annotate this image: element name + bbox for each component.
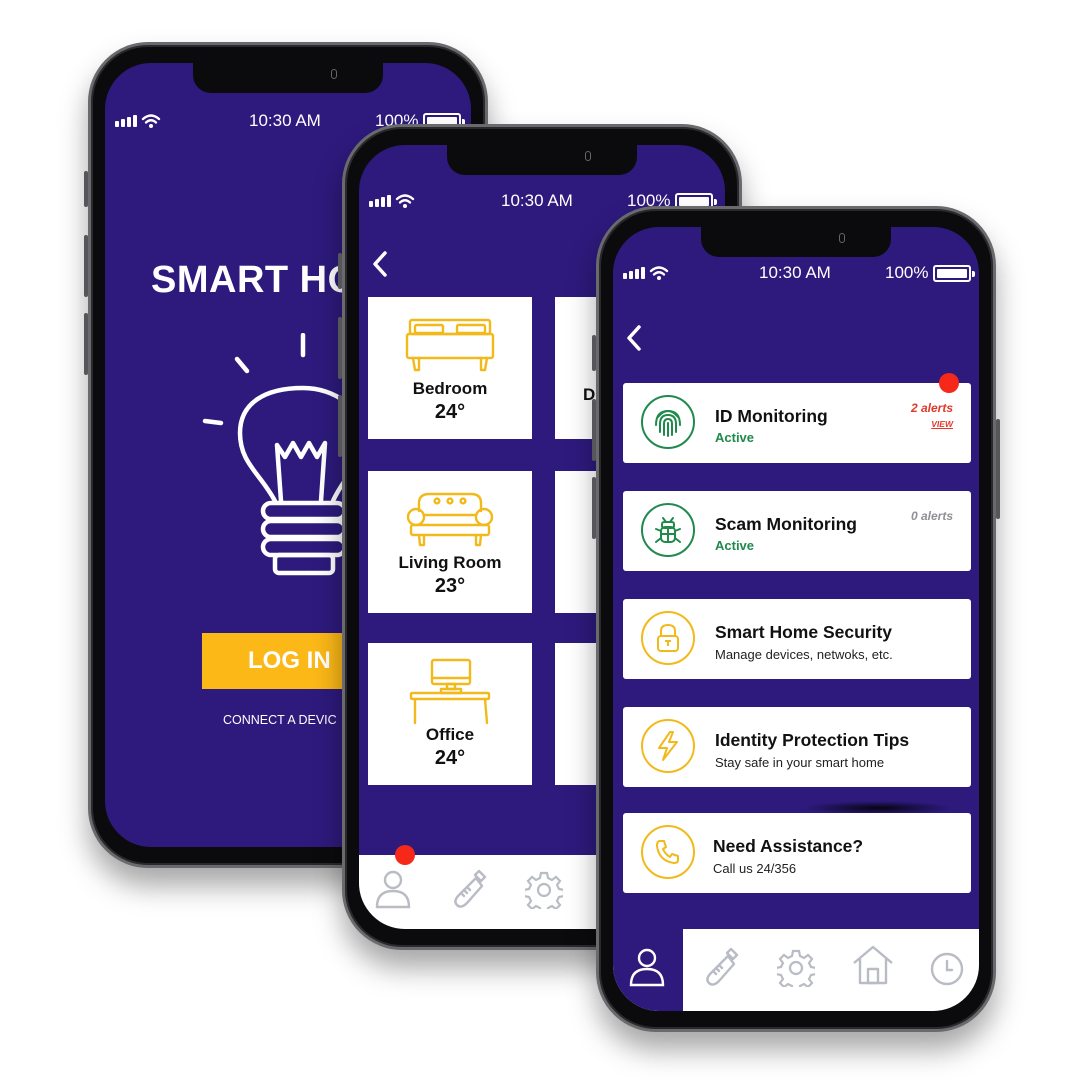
service-card-identity-protection-tips[interactable]: Identity Protection Tips Stay safe in yo…: [623, 707, 971, 787]
camera: [331, 69, 337, 79]
status-time: 10:30 AM: [501, 191, 573, 210]
notch: [193, 63, 383, 93]
battery-percent: 100%: [885, 263, 929, 282]
user-icon[interactable]: [375, 869, 411, 909]
service-subtitle: Stay safe in your smart home: [715, 755, 885, 770]
camera: [585, 151, 591, 161]
gear-icon[interactable]: [525, 871, 563, 909]
tab-profile-active[interactable]: [613, 929, 683, 1011]
service-title: Identity Protection Tips: [715, 730, 910, 750]
room-temperature: 24°: [434, 747, 466, 769]
app-title: SMART HO: [151, 259, 358, 301]
back-chevron-icon[interactable]: [369, 249, 391, 279]
side-button: [338, 317, 342, 379]
side-button: [592, 399, 596, 461]
cellular-signal-icon: [623, 267, 645, 279]
room-temperature: 24°: [434, 401, 466, 423]
desk-computer-icon: [409, 658, 491, 725]
padlock-icon: [641, 611, 695, 665]
battery-icon: [933, 265, 975, 282]
notch: [447, 145, 637, 175]
service-title: Need Assistance?: [713, 836, 864, 856]
connect-device-link[interactable]: CONNECT A DEVIC: [223, 713, 337, 727]
home-icon[interactable]: [851, 943, 895, 987]
bottom-tab-bar: [613, 929, 979, 1011]
room-name: Office: [425, 725, 475, 744]
cellular-signal-icon: [115, 115, 137, 127]
power-button: [996, 419, 1000, 519]
service-card-id-monitoring[interactable]: ID Monitoring Active 2 alerts VIEW: [623, 373, 971, 463]
service-title: ID Monitoring: [715, 406, 828, 426]
bed-icon: [405, 318, 495, 372]
room-card-office[interactable]: Office 24°: [368, 643, 532, 785]
room-temperature: 23°: [434, 575, 466, 597]
service-title: Scam Monitoring: [715, 514, 857, 534]
notification-badge: [939, 373, 959, 393]
security-screen: 10:30 AM 100% ID Monitoring Active 2 ale…: [613, 227, 979, 1011]
room-name: Living Room: [398, 553, 502, 572]
service-card-smart-home-security[interactable]: Smart Home Security Manage devices, netw…: [623, 599, 971, 679]
bug-icon: [641, 503, 695, 557]
status-time: 10:30 AM: [759, 263, 831, 282]
service-status: Active: [715, 538, 755, 553]
alert-count: 0 alerts: [910, 509, 953, 523]
notification-badge: [395, 845, 415, 865]
service-card-scam-monitoring[interactable]: Scam Monitoring Active 0 alerts: [623, 491, 971, 571]
fingerprint-icon: [641, 395, 695, 449]
room-name: Bedroom: [412, 379, 488, 398]
phone-icon: [641, 825, 695, 879]
back-chevron-icon[interactable]: [623, 323, 645, 353]
side-button: [592, 477, 596, 539]
service-subtitle: Manage devices, netwoks, etc.: [715, 647, 893, 662]
service-status: Active: [715, 430, 755, 445]
baby-bottle-icon[interactable]: [701, 945, 741, 989]
notch: [701, 227, 891, 257]
user-icon: [629, 948, 665, 987]
side-button: [84, 171, 88, 207]
side-button: [84, 313, 88, 375]
room-card-living-room[interactable]: Living Room 23°: [368, 471, 532, 613]
side-button: [338, 395, 342, 457]
gear-icon[interactable]: [777, 949, 815, 987]
service-subtitle: Call us 24/356: [713, 861, 797, 876]
wifi-icon: [649, 266, 669, 280]
service-title: Smart Home Security: [715, 622, 893, 642]
service-card-need-assistance[interactable]: Need Assistance? Call us 24/356: [623, 813, 971, 893]
side-button: [84, 235, 88, 297]
side-button: [338, 253, 342, 289]
room-card-bedroom[interactable]: Bedroom 24°: [368, 297, 532, 439]
status-bar: 10:30 AM 100%: [613, 263, 979, 287]
status-time: 10:30 AM: [249, 111, 321, 130]
phone-security: 10:30 AM 100% ID Monitoring Active 2 ale…: [592, 206, 1000, 1032]
side-button: [592, 335, 596, 371]
wifi-icon: [141, 114, 161, 128]
wifi-icon: [395, 194, 415, 208]
view-alerts-link[interactable]: VIEW: [931, 419, 953, 429]
sofa-icon: [406, 492, 494, 547]
alert-count: 2 alerts: [910, 401, 953, 415]
baby-bottle-icon[interactable]: [449, 867, 489, 911]
cellular-signal-icon: [369, 195, 391, 207]
camera: [839, 233, 845, 243]
lightning-icon: [641, 719, 695, 773]
clock-icon[interactable]: [929, 951, 965, 987]
